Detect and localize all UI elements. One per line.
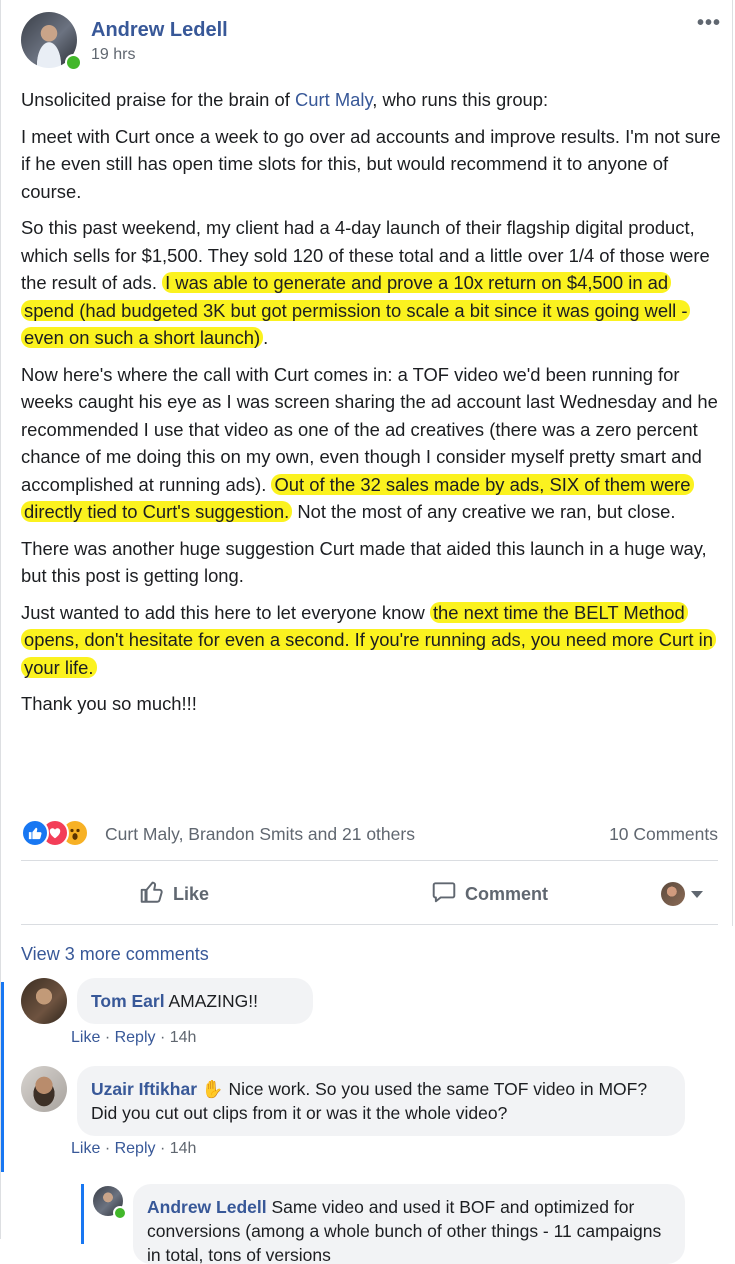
post-text: , who runs this group: (372, 89, 549, 110)
post-paragraph: Just wanted to add this here to let ever… (21, 599, 721, 682)
comment-reply-link[interactable]: Reply (115, 1140, 156, 1157)
online-status-icon (65, 54, 82, 71)
post-paragraph: Thank you so much!!! (21, 690, 721, 718)
post-text: Unsolicited praise for the brain of (21, 89, 295, 110)
thumbs-up-icon (139, 879, 173, 910)
comment-time[interactable]: 14h (170, 1029, 197, 1046)
comments-section: View 3 more comments Tom Earl AMAZING!! … (1, 926, 734, 1264)
comment-bubble-icon (431, 879, 465, 910)
post-card: Andrew Ledell 19 hrs ••• Unsolicited pra… (0, 0, 734, 1264)
comment-bubble: Tom Earl AMAZING!! (77, 978, 313, 1024)
post-text: There was another huge suggestion Curt m… (21, 537, 707, 587)
post-text: Thank you so much!!! (21, 693, 197, 714)
commenter-name[interactable]: Andrew Ledell (147, 1197, 267, 1217)
reply-thread-indicator (81, 1184, 84, 1244)
comment-like-link[interactable]: Like (71, 1029, 100, 1046)
wave-emoji-icon: ✋ (201, 1079, 224, 1099)
comment-actions: Like · Reply · 14h (71, 1140, 197, 1157)
comment-time[interactable]: 14h (170, 1140, 197, 1157)
commenter-name[interactable]: Uzair Iftikhar (91, 1079, 197, 1099)
mention-link[interactable]: Curt Maly (295, 89, 372, 110)
post-timestamp[interactable]: 19 hrs (91, 46, 135, 64)
like-button[interactable]: Like (139, 870, 209, 918)
post-text: . (263, 327, 269, 348)
comment-button[interactable]: Comment (431, 870, 548, 918)
view-more-comments-link[interactable]: View 3 more comments (21, 944, 209, 965)
comments-count[interactable]: 10 Comments (609, 824, 718, 845)
post-header: Andrew Ledell 19 hrs ••• (21, 12, 721, 72)
reaction-identity-selector[interactable] (661, 870, 703, 918)
like-label: Like (173, 883, 210, 904)
action-bar: Like Comment (21, 870, 718, 918)
reactions-summary[interactable]: Curt Maly, Brandon Smits and 21 others 1… (21, 816, 718, 850)
comment-reply-link[interactable]: Reply (115, 1029, 156, 1046)
chevron-down-icon (691, 890, 703, 898)
post-body: Unsolicited praise for the brain of Curt… (21, 86, 721, 727)
comment-label: Comment (465, 883, 549, 904)
post-text: Just wanted to add this here to let ever… (21, 601, 430, 623)
like-reaction-icon (21, 819, 49, 847)
commenter-avatar[interactable] (21, 1066, 67, 1112)
comment-text: AMAZING!! (164, 991, 258, 1011)
thread-indicator (1, 982, 4, 1172)
divider (21, 924, 718, 925)
profile-avatar (661, 882, 685, 906)
comment-like-link[interactable]: Like (71, 1140, 100, 1157)
comment-bubble: Uzair Iftikhar ✋ Nice work. So you used … (77, 1066, 685, 1136)
post-paragraph: I meet with Curt once a week to go over … (21, 123, 721, 206)
comment-actions: Like · Reply · 14h (71, 1029, 197, 1046)
post-paragraph: Unsolicited praise for the brain of Curt… (21, 86, 721, 114)
author-name[interactable]: Andrew Ledell (91, 19, 228, 42)
commenter-avatar[interactable] (21, 978, 67, 1024)
comment-bubble: Andrew Ledell Same video and used it BOF… (133, 1184, 685, 1264)
divider (21, 860, 718, 861)
online-status-icon (113, 1206, 127, 1220)
post-paragraph: There was another huge suggestion Curt m… (21, 535, 721, 590)
post-text: Not the most of any creative we ran, but… (292, 501, 676, 522)
reactors-text[interactable]: Curt Maly, Brandon Smits and 21 others (105, 824, 415, 845)
post-text: I meet with Curt once a week to go over … (21, 125, 721, 202)
more-options-icon[interactable]: ••• (697, 12, 721, 35)
post-paragraph: So this past weekend, my client had a 4-… (21, 214, 721, 352)
post-paragraph: Now here's where the call with Curt come… (21, 361, 721, 526)
commenter-name[interactable]: Tom Earl (91, 991, 165, 1011)
